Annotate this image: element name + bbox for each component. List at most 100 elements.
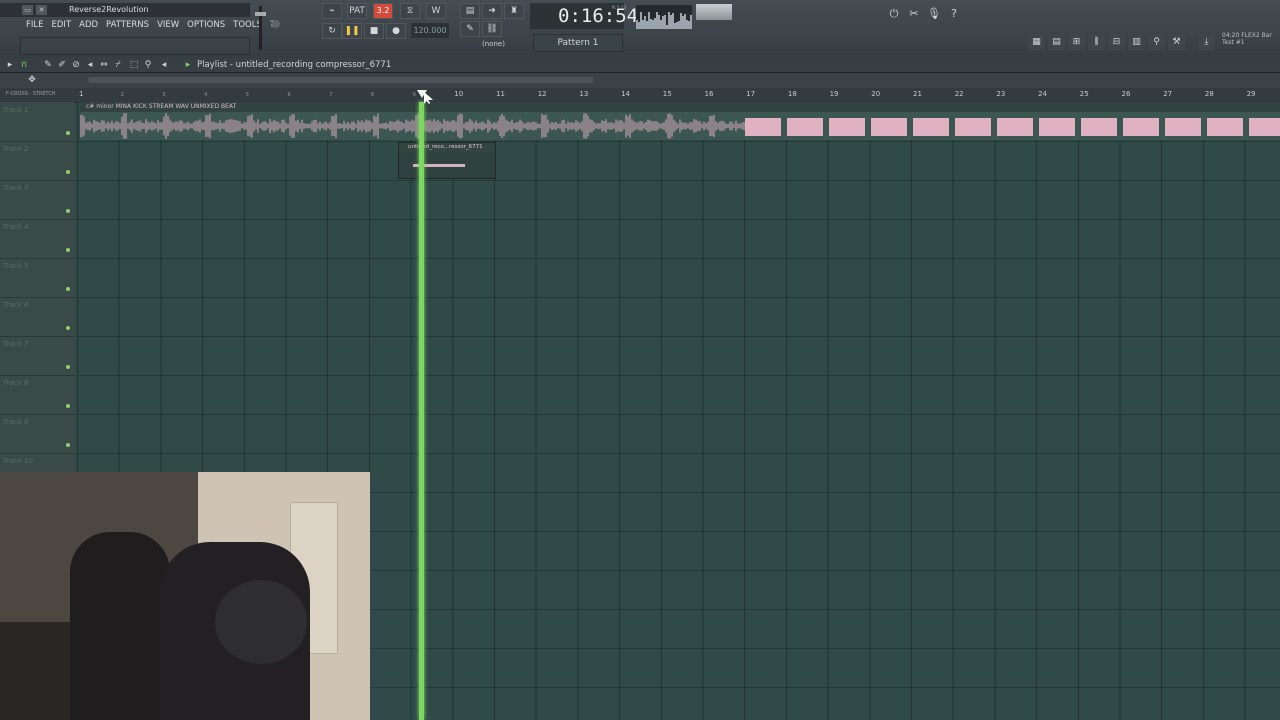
ruler-bar-6: 6 (287, 92, 291, 98)
cut-tools-icon[interactable]: ✂ (906, 6, 922, 22)
playhead-line (419, 102, 424, 720)
track-enable-led[interactable] (66, 365, 70, 369)
playlist-menu-icon[interactable]: ▸ (4, 59, 16, 71)
pattern-selector[interactable]: Pattern 1 (533, 34, 623, 52)
track-enable-led[interactable] (66, 209, 70, 213)
select-tool-icon[interactable]: ⬚ (128, 59, 140, 71)
wait-record-icon[interactable]: W (426, 3, 446, 19)
track-header-5[interactable]: Track 5 (0, 258, 75, 298)
tempo-display[interactable]: 120.000 (411, 23, 449, 38)
mute-tool-icon[interactable]: ◂ (84, 59, 96, 71)
master-pitch-knob[interactable] (272, 20, 280, 28)
news-panel[interactable]: 04:20 FLEX2 Bar Test #1 (1222, 32, 1272, 46)
track-name: Track 7 (3, 340, 29, 348)
track-header-1[interactable]: Track 1 (0, 102, 75, 142)
news-line-1: 04:20 FLEX2 Bar (1222, 32, 1272, 39)
snap-selector[interactable]: (none) (482, 40, 505, 48)
track-enable-led[interactable] (66, 404, 70, 408)
menu-view[interactable]: VIEW (153, 18, 183, 32)
metronome-icon[interactable]: ⧖ (400, 3, 420, 19)
track-enable-led[interactable] (66, 131, 70, 135)
track-enable-led[interactable] (66, 248, 70, 252)
output-monitor[interactable] (636, 5, 692, 29)
ruler-bar-16: 16 (704, 90, 714, 98)
pattern-mode-icon[interactable]: PAT (347, 3, 367, 19)
master-volume-slider[interactable] (255, 6, 266, 50)
audio-clip-recording[interactable]: untitled_reco...ressor_6771 (398, 142, 496, 179)
stop-button[interactable]: ■ (364, 23, 384, 39)
pattern-pick-icon[interactable]: ▸ (182, 59, 194, 71)
track-header-7[interactable]: Track 7 (0, 336, 75, 376)
track-header-4[interactable]: Track 4 (0, 219, 75, 259)
playlist-window-icon[interactable]: ▦ (1028, 34, 1045, 50)
ruler-bar-22: 22 (954, 90, 964, 98)
menu-add[interactable]: ADD (75, 18, 102, 32)
mixer-icon[interactable]: ⫼ (1088, 34, 1105, 50)
menu-edit[interactable]: EDIT (48, 18, 76, 32)
delete-tool-icon[interactable]: ⊘ (70, 59, 82, 71)
track-header-8[interactable]: Track 8 (0, 375, 75, 415)
menu-options[interactable]: OPTIONS (183, 18, 229, 32)
help-icon[interactable]: ? (946, 6, 962, 22)
track-enable-led[interactable] (66, 170, 70, 174)
slip-tool-icon[interactable]: ⇔ (98, 59, 110, 71)
track-name: Track 2 (3, 145, 29, 153)
track-header-9[interactable]: Track 9 (0, 414, 75, 454)
ruler-bar-13: 13 (579, 90, 589, 98)
ruler-bar-29: 29 (1246, 90, 1256, 98)
piano-roll-icon[interactable]: ▤ (1048, 34, 1065, 50)
main-toolbar: ▭ ✕ Reverse2Revolution FILE EDIT ADD PAT… (0, 0, 1280, 59)
track-name: Track 6 (3, 301, 29, 309)
step-edit-icon[interactable]: ➜ (482, 3, 502, 19)
ruler-bar-8: 8 (370, 92, 375, 98)
browser-icon[interactable]: ▥ (1128, 34, 1145, 50)
ruler-bar-14: 14 (621, 90, 631, 98)
menu-file[interactable]: FILE (22, 18, 48, 32)
snap-icon[interactable]: ⌁ (322, 3, 342, 19)
audio-clip-main[interactable]: c# minor MINA KICK STREAM WAV UNMIXED BE… (80, 102, 1280, 140)
magnet-snap-icon[interactable]: ∩ (18, 59, 30, 71)
paint-tool-icon[interactable]: ✐ (56, 59, 68, 71)
draw-mode-icon[interactable]: ✎ (460, 21, 480, 37)
ruler-mode-label: F-CROSS · STRETCH (6, 91, 56, 97)
track-header-2[interactable]: Track 2 (0, 141, 75, 181)
tools-icon[interactable]: ⚒ (1168, 34, 1185, 50)
horizontal-scrollbar[interactable]: ✥ (0, 73, 1280, 88)
close-window-icon[interactable]: ✕ (36, 5, 47, 15)
ruler-bar-3: 3 (162, 92, 166, 98)
timeline-ruler[interactable]: F-CROSS · STRETCH 1 2 3 4 5 6 7 8 9 10 11 12 13 14 15 1… (0, 88, 1280, 103)
project-title: Reverse2Revolution (69, 5, 149, 14)
draw-tool-icon[interactable]: ✎ (42, 59, 54, 71)
zoom-tool-icon[interactable]: ⚲ (142, 59, 154, 71)
ruler-bar-12: 12 (537, 90, 547, 98)
typing-keyboard-icon[interactable]: ▤ (460, 3, 480, 19)
move-icon[interactable]: ✥ (26, 74, 38, 86)
song-mode-indicator[interactable]: 3.2 (373, 3, 393, 19)
track-header-3[interactable]: Track 3 (0, 180, 75, 220)
playback-tool-icon[interactable]: ◂ (158, 59, 170, 71)
channel-rack-icon[interactable]: ⊞ (1068, 34, 1085, 50)
download-icon[interactable]: ⤓ (1198, 34, 1215, 50)
link-icon[interactable]: ⛓ (482, 21, 502, 37)
mixer-alt-icon[interactable]: ⊟ (1108, 34, 1125, 50)
slice-tool-icon[interactable]: ⌿ (112, 59, 124, 71)
loop-icon[interactable]: ↻ (322, 23, 342, 39)
track-enable-led[interactable] (66, 443, 70, 447)
power-icon[interactable]: ⏻ (886, 6, 902, 22)
menu-bar: FILE EDIT ADD PATTERNS VIEW OPTIONS TOOL… (22, 18, 278, 32)
microphone-icon[interactable]: 🎙 (926, 6, 942, 22)
plugin-icon[interactable]: ⚲ (1148, 34, 1165, 50)
pause-button[interactable]: ❚❚ (342, 23, 362, 39)
recording-filter-icon[interactable]: ♜ (504, 3, 524, 19)
track-enable-led[interactable] (66, 287, 70, 291)
track-header-6[interactable]: Track 6 (0, 297, 75, 337)
ruler-bar-5: 5 (245, 92, 249, 98)
time-display[interactable]: 0:16:54 M:S:CS (530, 3, 638, 29)
record-button[interactable]: ● (386, 23, 406, 39)
audio-clip-main-label: c# minor MINA KICK STREAM WAV UNMIXED BE… (80, 102, 1280, 112)
menu-patterns[interactable]: PATTERNS (102, 18, 153, 32)
cpu-meter (696, 4, 732, 20)
track-enable-led[interactable] (66, 326, 70, 330)
restore-window-icon[interactable]: ▭ (22, 5, 33, 15)
scroll-thumb[interactable] (88, 77, 593, 83)
